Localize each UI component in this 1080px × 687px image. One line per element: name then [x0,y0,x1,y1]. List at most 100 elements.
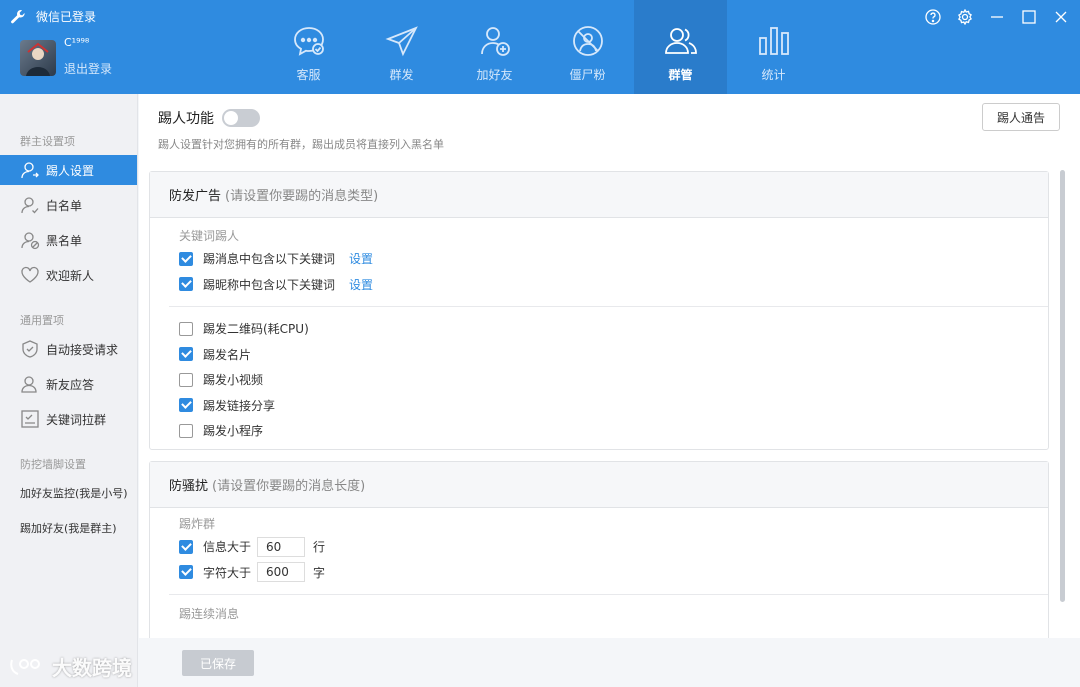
chat-icon [293,27,324,56]
option-label: 踢发小程序 [203,424,264,439]
nav-label: 统计 [761,68,786,82]
nav-customer-service[interactable]: 客服 [262,0,355,94]
username: C¹⁹⁹⁸ [64,36,90,49]
option-row-link: 踢发链接分享 [150,393,1048,419]
sidebar-item-auto-accept[interactable]: 自动接受请求 [0,334,137,364]
settings-link[interactable]: 设置 [349,250,373,267]
sidebar-item-keyword-invite[interactable]: 关键词拉群 [0,404,137,434]
sidebar: 群主设置项 踢人设置 白名单 黑名单 欢迎新人 通用置项 自动接受请求 新友应答… [0,94,138,687]
watermark-logo-icon [10,658,40,675]
feature-header: 踢人功能 [158,108,260,128]
sidebar-item-label: 白名单 [46,198,83,213]
minimize-icon[interactable] [986,6,1008,28]
checkbox[interactable] [179,539,193,554]
checkbox[interactable] [179,423,193,438]
keyword-row-message: 踢消息中包含以下关键词 设置 [150,246,1048,272]
checkbox[interactable] [179,277,193,292]
consecutive-msg-label: 踢连续消息 [179,607,240,621]
spam-row-lines: 信息大于 行 [150,534,1048,560]
settings-gear-icon[interactable] [954,6,976,28]
kick-feature-toggle[interactable] [222,109,260,127]
main-content: 踢人功能 踢人设置针对您拥有的所有群，踢出成员将直接列入黑名单 踢人通告 防发广… [139,94,1080,638]
main-nav: 客服 群发 加好友 僵尸粉 群管 统计 [262,0,820,94]
user-whitelist-icon [21,197,39,214]
sidebar-item-new-friend-reply[interactable]: 新友应答 [0,369,137,399]
heart-icon [21,266,39,283]
nav-group-management[interactable]: 群管 [634,0,727,94]
panel-title: 防骚扰 [169,479,209,494]
login-status: 微信已登录 [10,8,96,25]
keyword-kick-label: 关键词踢人 [179,229,240,243]
unit-label: 字 [313,565,326,580]
option-row-miniprogram: 踢发小程序 [150,418,1048,444]
checkbox[interactable] [179,398,193,413]
scrollbar[interactable] [1060,170,1065,602]
sidebar-item-label: 踢加好友(我是群主) [20,522,117,535]
keyword-row-nickname: 踢昵称中包含以下关键词 设置 [150,272,1048,298]
watermark-text: 大数跨境 [52,656,132,680]
option-label: 踢发二维码(耗CPU) [203,322,309,337]
sidebar-item-kick-adders[interactable]: 踢加好友(我是群主) [0,513,137,543]
checkbox[interactable] [179,565,193,580]
avatar[interactable] [20,40,56,76]
checkbox[interactable] [179,347,193,362]
sidebar-section-owner: 群主设置项 [20,135,75,148]
sidebar-item-label: 新友应答 [46,377,95,392]
anti-ads-header: 防发广告 (请设置你要踢的消息类型) [150,172,1048,218]
save-button[interactable]: 已保存 [182,650,254,676]
settings-link[interactable]: 设置 [349,276,373,293]
sidebar-section-anti-poach: 防挖墙脚设置 [20,458,86,471]
divider [169,306,1048,307]
divider [169,594,1048,595]
sidebar-item-label: 自动接受请求 [46,342,119,357]
help-icon[interactable] [922,6,944,28]
bomb-group-label: 踢炸群 [179,517,216,531]
option-row-qrcode: 踢发二维码(耗CPU) [150,316,1048,342]
wrench-icon [11,9,25,23]
logout-link[interactable]: 退出登录 [64,60,112,77]
option-label: 踢发小视频 [203,373,264,388]
nav-broadcast[interactable]: 群发 [355,0,448,94]
panel-title: 防发广告 [169,189,222,204]
close-icon[interactable] [1050,6,1072,28]
lines-threshold-input[interactable] [257,536,306,557]
window-controls [922,6,1072,28]
option-label: 踢昵称中包含以下关键词 [203,277,336,292]
nav-add-friend[interactable]: 加好友 [448,0,541,94]
option-label: 踢消息中包含以下关键词 [203,252,336,267]
sidebar-item-welcome[interactable]: 欢迎新人 [0,260,137,290]
keyword-doc-icon [21,410,39,428]
sidebar-item-add-friend-monitor[interactable]: 加好友监控(我是小号) [0,478,137,508]
nav-label: 群发 [389,68,414,82]
option-label: 踢发链接分享 [203,398,276,413]
anti-spam-panel: 防骚扰 (请设置你要踢的消息长度) 踢炸群 信息大于 行 字符大于 字 踢连续消… [149,461,1049,638]
title-bar: 微信已登录 C¹⁹⁹⁸ 退出登录 客服 群发 加好友 僵尸粉 群管 统计 [0,0,1080,94]
unit-label: 行 [313,540,326,555]
sidebar-item-label: 欢迎新人 [46,268,95,283]
nav-zombie-fans[interactable]: 僵尸粉 [541,0,634,94]
checkbox[interactable] [179,251,193,266]
panel-hint: (请设置你要踢的消息类型) [225,189,379,204]
maximize-icon[interactable] [1018,6,1040,28]
add-friend-icon [480,27,510,56]
chars-threshold-input[interactable] [257,562,306,583]
group-icon [664,28,697,54]
sidebar-item-label: 关键词拉群 [46,412,107,427]
anti-spam-header: 防骚扰 (请设置你要踢的消息长度) [150,462,1048,508]
sidebar-section-general: 通用置项 [20,314,64,327]
option-label: 踢发名片 [203,347,252,362]
sidebar-item-blacklist[interactable]: 黑名单 [0,225,137,255]
sidebar-item-whitelist[interactable]: 白名单 [0,190,137,220]
checkbox[interactable] [179,321,193,336]
zombie-icon [572,26,603,56]
anti-ads-panel: 防发广告 (请设置你要踢的消息类型) 关键词踢人 踢消息中包含以下关键词 设置 … [149,171,1049,450]
watermark: 大数跨境 [8,652,132,681]
kick-notice-button[interactable]: 踢人通告 [982,103,1060,131]
sidebar-item-kick-settings[interactable]: 踢人设置 [0,155,137,185]
nav-label: 僵尸粉 [569,68,606,82]
shield-check-icon [22,340,38,358]
checkbox[interactable] [179,372,193,387]
option-row-video: 踢发小视频 [150,367,1048,393]
feature-description: 踢人设置针对您拥有的所有群，踢出成员将直接列入黑名单 [158,138,444,151]
nav-statistics[interactable]: 统计 [727,0,820,94]
